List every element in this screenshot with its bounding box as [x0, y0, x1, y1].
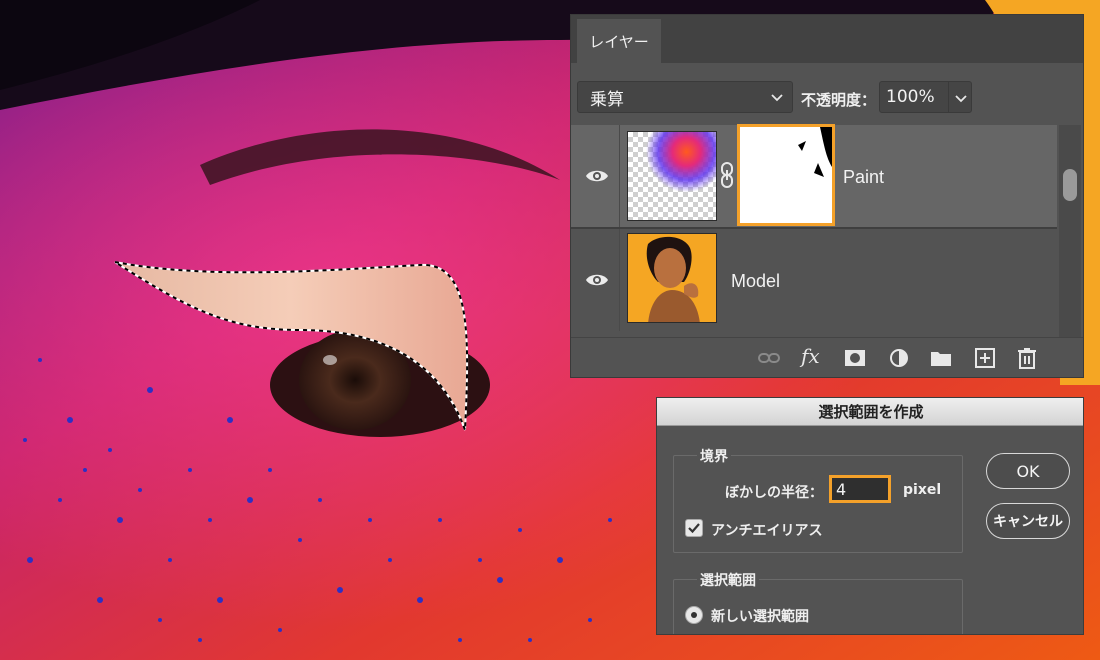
border-group-title: 境界 [697, 446, 731, 466]
checkmark-icon [688, 523, 700, 534]
blend-mode-select[interactable]: 乗算 [577, 81, 793, 113]
cancel-button[interactable]: キャンセル [986, 503, 1070, 539]
layer-name-paint[interactable]: Paint [843, 167, 884, 188]
layer-row-paint[interactable]: Paint [571, 124, 1057, 229]
mask-preview [740, 127, 832, 223]
new-layer-icon[interactable] [973, 346, 997, 370]
layer-thumbnail-model[interactable] [627, 233, 717, 323]
layers-tabbar: レイヤー [571, 15, 1083, 63]
row-separator [619, 125, 620, 227]
new-group-folder-icon[interactable] [929, 346, 953, 370]
layers-panel-footer: fx [571, 337, 1083, 377]
antialias-label[interactable]: アンチエイリアス [711, 520, 822, 540]
trash-icon[interactable] [1015, 346, 1039, 370]
layer-name-model[interactable]: Model [731, 271, 780, 292]
feather-radius-input[interactable]: 4 [829, 475, 891, 503]
paint-splash-thumbnail [628, 132, 716, 220]
ok-button[interactable]: OK [986, 453, 1070, 489]
tab-layers[interactable]: レイヤー [577, 19, 661, 63]
layer-mask-thumbnail[interactable] [737, 124, 835, 226]
layers-panel: レイヤー 乗算 不透明度： 100% Paint Model fx [570, 14, 1084, 378]
model-portrait-thumbnail [628, 234, 716, 322]
layer-thumbnail-paint[interactable] [627, 131, 717, 221]
feather-unit-label: pixel [903, 482, 942, 498]
opacity-field[interactable]: 100% [879, 81, 949, 113]
opacity-label: 不透明度： [801, 91, 877, 109]
new-selection-radio[interactable] [685, 606, 703, 624]
layer-row-model[interactable]: Model [571, 229, 1057, 331]
visibility-eye-icon[interactable] [585, 271, 609, 289]
blend-mode-value: 乗算 [590, 89, 624, 110]
chevron-down-icon [955, 95, 967, 103]
fx-icon[interactable]: fx [801, 344, 825, 368]
selection-group-title: 選択範囲 [697, 570, 759, 590]
opacity-dropdown-button[interactable] [948, 81, 972, 113]
mask-link-icon[interactable] [719, 161, 735, 189]
visibility-eye-icon[interactable] [585, 167, 609, 185]
adjustment-layer-icon[interactable] [887, 346, 911, 370]
feather-radius-label: ぼかしの半径： [725, 485, 823, 501]
layers-scrollbar[interactable] [1059, 125, 1081, 337]
scrollbar-thumb[interactable] [1063, 169, 1077, 201]
add-mask-icon[interactable] [843, 346, 867, 370]
chevron-down-icon [771, 94, 783, 102]
make-selection-dialog: 選択範囲を作成 境界 ぼかしの半径： 4 pixel アンチエイリアス 選択範囲… [656, 397, 1084, 635]
layers-list: Paint Model [571, 124, 1057, 337]
antialias-checkbox[interactable] [685, 519, 703, 537]
row-separator [619, 229, 620, 331]
dialog-title[interactable]: 選択範囲を作成 [657, 398, 1083, 426]
new-selection-label[interactable]: 新しい選択範囲 [711, 606, 809, 626]
link-layers-icon[interactable] [757, 346, 781, 370]
